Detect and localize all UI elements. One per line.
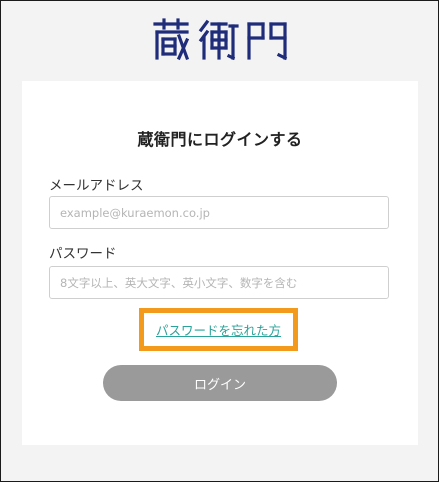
- brand-logo: [1, 15, 439, 65]
- logo-char-ei: [198, 19, 239, 61]
- email-label: メールアドレス: [49, 178, 144, 194]
- forgot-password-highlight: パスワードを忘れた方: [139, 308, 298, 351]
- logo-char-kura: [152, 18, 189, 61]
- forgot-password-link[interactable]: パスワードを忘れた方: [156, 320, 281, 339]
- password-field[interactable]: [49, 266, 389, 299]
- logo-char-mon: [246, 22, 287, 61]
- email-field[interactable]: [49, 196, 389, 229]
- password-label: パスワード: [49, 246, 117, 262]
- page-frame: 蔵衛門にログインする メールアドレス パスワード パスワードを忘れた方 ログイン: [0, 0, 439, 482]
- login-button[interactable]: ログイン: [103, 365, 337, 401]
- login-title: 蔵衛門にログインする: [137, 130, 303, 149]
- login-card: 蔵衛門にログインする メールアドレス パスワード パスワードを忘れた方 ログイン: [22, 81, 418, 445]
